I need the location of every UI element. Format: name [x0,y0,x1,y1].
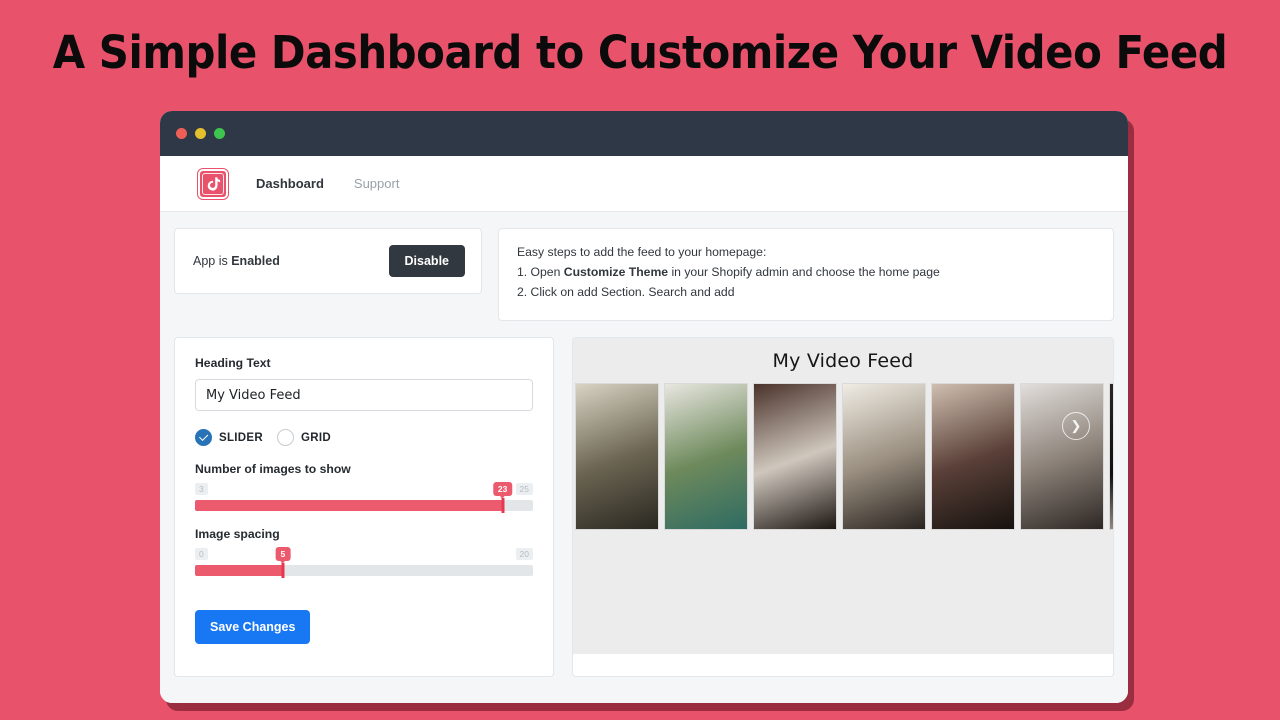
step-1-pre: 1. Open [517,264,564,279]
save-changes-button[interactable]: Save Changes [195,610,311,644]
images-count-min: 3 [195,483,208,495]
browser-window: Dashboard Support App is Enabled Disable… [160,111,1128,703]
status-state: Enabled [231,254,280,268]
app-logo [198,168,228,199]
images-count-scale: 3 25 23 [195,482,533,498]
instructions-card: Easy steps to add the feed to your homep… [498,228,1114,321]
images-count-max: 25 [515,483,533,495]
image-spacing-slider-block: Image spacing 0 20 5 [195,527,533,578]
image-spacing-label: Image spacing [195,527,280,541]
feed-thumbnail[interactable] [931,383,1015,530]
page-headline: A Simple Dashboard to Customize Your Vid… [52,26,1228,79]
dashboard-content: App is Enabled Disable Easy steps to add… [160,212,1128,703]
step-2: 2. Click on add Section. Search and add [517,284,735,299]
tiktok-note-icon [207,176,220,191]
images-count-label: Number of images to show [195,462,351,476]
image-spacing-scale: 0 20 5 [195,547,533,563]
feed-thumbnail[interactable] [1020,383,1104,530]
app-navbar: Dashboard Support [160,156,1128,212]
feed-thumbnail[interactable] [842,383,926,530]
step-1-bold: Customize Theme [563,264,669,279]
images-count-slider-block: Number of images to show 3 25 23 [195,462,533,513]
layout-option-slider[interactable]: SLIDER [195,429,263,446]
feed-thumbnail[interactable] [1109,383,1113,530]
app-status-text: App is Enabled [193,254,280,268]
lower-row: Heading Text SLIDER GRID Number of image… [174,337,1114,677]
image-spacing-thumb[interactable] [281,563,285,578]
disable-app-button[interactable]: Disable [388,245,465,277]
app-status-card: App is Enabled Disable [174,228,482,294]
layout-radio-group: SLIDER GRID [195,429,533,446]
feed-carousel[interactable] [573,383,1113,530]
minimize-window-dot[interactable] [195,128,206,139]
layout-option-grid[interactable]: GRID [276,429,331,446]
feed-thumbnail[interactable] [664,383,748,530]
layout-option-slider-label: SLIDER [219,431,263,444]
image-spacing-fill [195,565,283,576]
heading-text-input[interactable] [195,379,533,411]
feed-preview-area: My Video Feed ❯ [573,338,1113,654]
layout-option-grid-label: GRID [300,431,331,444]
feed-preview-title: My Video Feed [772,350,914,372]
status-prefix: App is [193,254,232,268]
nav-links: Dashboard Support [256,176,399,191]
close-window-dot[interactable] [176,128,187,139]
images-count-value-bubble: 23 [492,482,513,496]
maximize-window-dot[interactable] [214,128,225,139]
images-count-track[interactable] [195,498,533,513]
feed-preview-card: My Video Feed ❯ [572,337,1114,677]
radio-slider-icon[interactable] [195,429,212,446]
images-count-thumb[interactable] [501,498,505,513]
feed-thumbnail[interactable] [575,383,659,530]
settings-panel: Heading Text SLIDER GRID Number of image… [174,337,554,677]
image-spacing-max: 20 [515,548,533,560]
nav-link-dashboard[interactable]: Dashboard [256,176,324,191]
radio-grid-icon[interactable] [276,429,294,446]
images-count-fill [195,500,503,511]
heading-text-label: Heading Text [195,356,271,370]
nav-link-support[interactable]: Support [354,176,400,191]
step-1: 1. Open Customize Theme in your Shopify … [517,263,1095,283]
chevron-right-icon[interactable]: ❯ [1062,412,1090,440]
feed-thumbnail[interactable] [753,383,837,530]
image-spacing-value-bubble: 5 [275,547,291,561]
image-spacing-min: 0 [195,548,208,560]
top-row: App is Enabled Disable Easy steps to add… [174,228,1114,321]
window-titlebar [160,111,1128,156]
step-1-post: in your Shopify admin and choose the hom… [668,264,940,279]
steps-intro: Easy steps to add the feed to your homep… [517,245,767,259]
image-spacing-track[interactable] [195,563,533,578]
